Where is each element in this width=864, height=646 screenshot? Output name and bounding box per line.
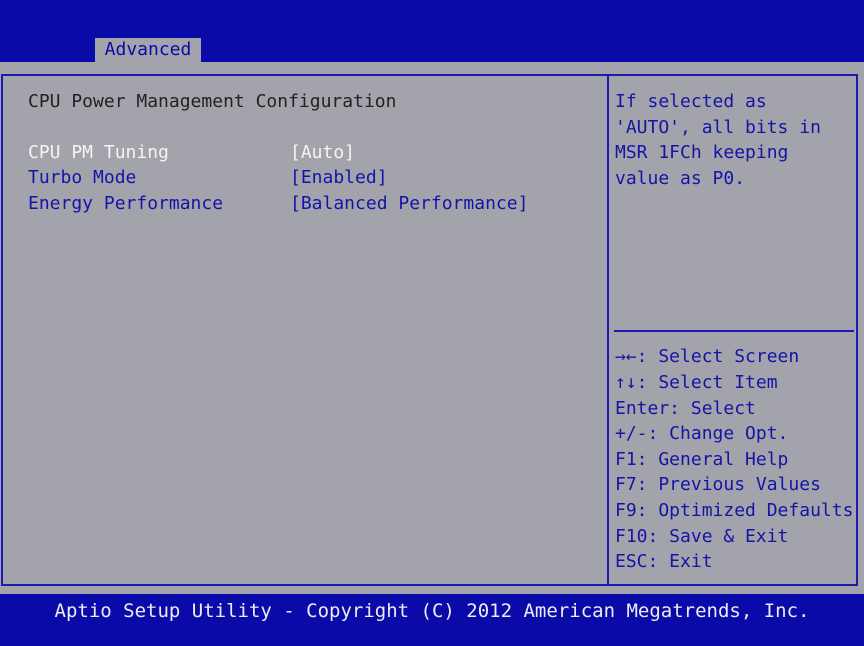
key-hint-change-opt: +/-: Change Opt. — [615, 423, 789, 444]
setting-label-energy-performance[interactable]: Energy Performance — [28, 194, 223, 214]
help-text-line: If selected as — [615, 91, 767, 112]
footer-copyright: Aptio Setup Utility - Copyright (C) 2012… — [54, 600, 810, 622]
help-text-line: 'AUTO', all bits in — [615, 117, 821, 138]
key-hint-general-help: F1: General Help — [615, 449, 789, 470]
help-text-line: MSR 1FCh keeping — [615, 142, 789, 163]
section-title: CPU Power Management Configuration — [28, 91, 397, 112]
setting-value-turbo-mode[interactable]: [Enabled] — [290, 168, 388, 188]
key-hint-esc-exit: ESC: Exit — [615, 551, 713, 572]
help-divider-horizontal — [614, 330, 854, 332]
panel-divider-vertical — [607, 74, 609, 586]
key-hint-previous-values: F7: Previous Values — [615, 474, 821, 495]
setting-label-turbo-mode[interactable]: Turbo Mode — [28, 168, 136, 188]
key-hint-select-screen: →←: Select Screen — [615, 346, 800, 367]
top-strip — [0, 62, 864, 74]
setting-value-cpu-pm-tuning[interactable]: [Auto] — [290, 143, 355, 163]
help-text-line: value as P0. — [615, 168, 746, 189]
tab-advanced[interactable]: Advanced — [95, 38, 201, 62]
setting-label-cpu-pm-tuning[interactable]: CPU PM Tuning — [28, 143, 169, 163]
key-hint-optimized-defaults: F9: Optimized Defaults — [615, 500, 854, 521]
key-hint-enter-select: Enter: Select — [615, 398, 756, 419]
setting-value-energy-performance[interactable]: [Balanced Performance] — [290, 194, 528, 214]
key-hint-select-item: ↑↓: Select Item — [615, 372, 778, 393]
key-hint-save-exit: F10: Save & Exit — [615, 526, 789, 547]
